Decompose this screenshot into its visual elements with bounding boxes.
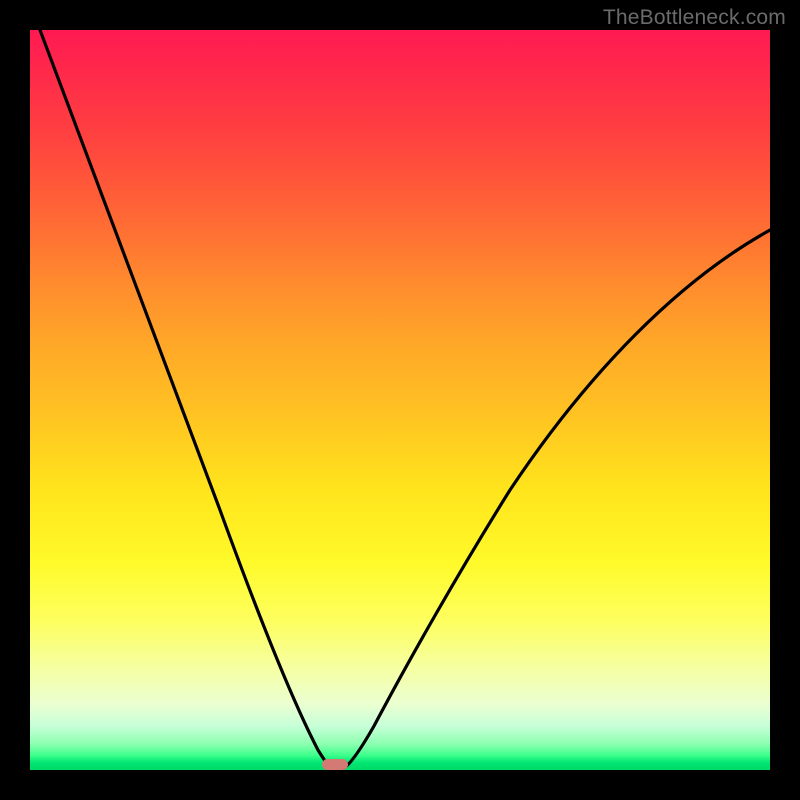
minimum-marker: [322, 759, 348, 770]
watermark-text: TheBottleneck.com: [603, 6, 786, 30]
chart-frame: TheBottleneck.com: [0, 0, 800, 800]
curve-path: [40, 30, 770, 769]
bottleneck-curve: [30, 30, 770, 770]
plot-area: [30, 30, 770, 770]
